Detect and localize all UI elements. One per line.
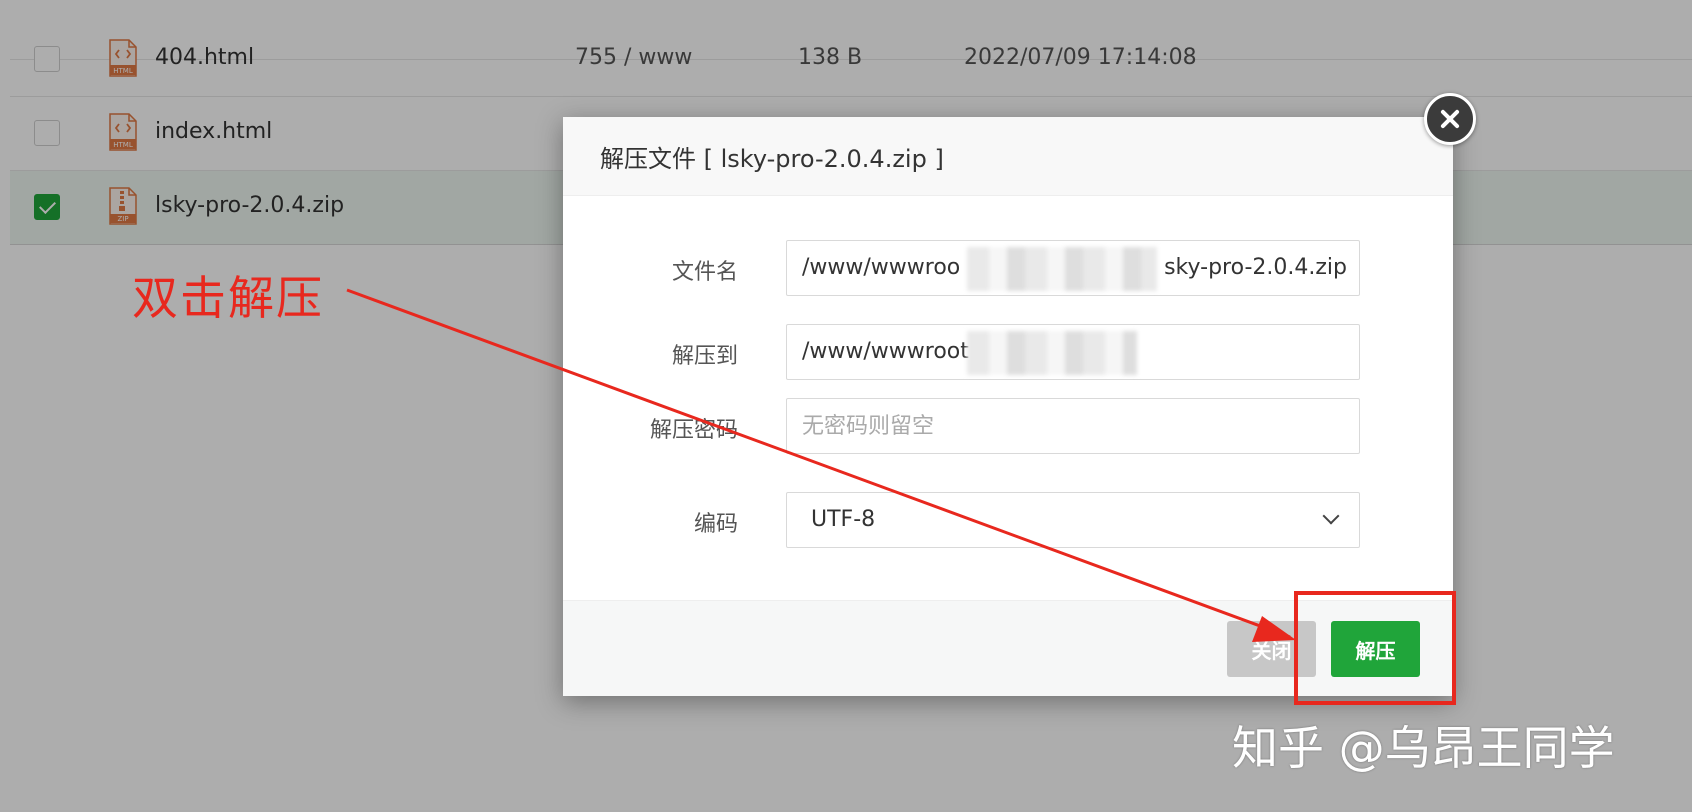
filename-value-start: /www/wwwroo — [802, 255, 961, 280]
redacted-path — [967, 247, 1157, 291]
encoding-label: 编码 — [693, 512, 738, 537]
encoding-select[interactable]: UTF-8 — [786, 492, 1360, 548]
filename-label: 文件名 — [671, 260, 738, 285]
dialog-title: 解压文件 [ lsky-pro-2.0.4.zip ] — [600, 145, 944, 173]
extract-to-label: 解压到 — [671, 344, 738, 369]
filename-input[interactable]: /www/wwwroo sky-pro-2.0.4.zip — [786, 240, 1360, 296]
chevron-down-icon — [1322, 507, 1340, 525]
extract-to-value: /www/wwwroot — [802, 339, 969, 364]
annotation-label: 双击解压 — [132, 271, 324, 325]
annotation-highlight-box — [1294, 591, 1456, 705]
dialog-header: 解压文件 [ lsky-pro-2.0.4.zip ] — [563, 117, 1453, 196]
extract-to-row: 解压到 /www/wwwroot — [563, 324, 1453, 380]
password-input[interactable] — [786, 398, 1360, 454]
password-row: 解压密码 — [563, 398, 1453, 454]
watermark: 知乎 @乌昂王同学 — [1232, 721, 1615, 775]
filename-value-end: sky-pro-2.0.4.zip — [1164, 255, 1347, 280]
encoding-row: 编码 UTF-8 — [563, 492, 1453, 548]
filename-row: 文件名 /www/wwwroo sky-pro-2.0.4.zip — [563, 240, 1453, 296]
redacted-path — [967, 331, 1137, 375]
password-label: 解压密码 — [649, 418, 738, 443]
close-icon[interactable] — [1424, 93, 1476, 145]
encoding-value: UTF-8 — [811, 507, 876, 532]
extract-to-input[interactable]: /www/wwwroot — [786, 324, 1360, 380]
